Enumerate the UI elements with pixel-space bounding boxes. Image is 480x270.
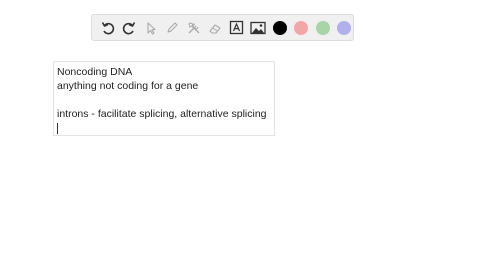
tools-button[interactable] [183, 17, 205, 38]
color-swatch-red [294, 20, 309, 35]
select-pointer-icon [144, 21, 158, 35]
note-text-box[interactable]: Noncoding DNA anything not coding for a … [53, 61, 275, 136]
color-blue-button[interactable] [334, 17, 356, 38]
text-tool-icon [229, 20, 244, 35]
drawing-toolbar [91, 14, 354, 41]
note-title: Noncoding DNA [57, 66, 133, 78]
undo-button[interactable] [97, 17, 119, 38]
select-tool-button[interactable] [140, 17, 162, 38]
image-tool-button[interactable] [248, 17, 270, 38]
text-tool-button[interactable] [226, 17, 248, 38]
image-icon [250, 21, 266, 35]
eraser-tool-button[interactable] [205, 17, 227, 38]
color-black-button[interactable] [269, 17, 291, 38]
note-blank-line [57, 93, 274, 107]
color-red-button[interactable] [291, 17, 313, 38]
pen-tool-button[interactable] [162, 17, 184, 38]
color-green-button[interactable] [312, 17, 334, 38]
text-cursor-line [57, 121, 274, 135]
note-line: anything not coding for a gene [57, 80, 199, 92]
tools-icon [187, 21, 201, 35]
color-swatch-black [272, 20, 287, 35]
undo-icon [100, 20, 116, 36]
color-swatch-green [315, 20, 330, 35]
note-line: introns - facilitate splicing, alternati… [57, 108, 267, 120]
eraser-icon [208, 21, 222, 35]
text-cursor [57, 122, 58, 134]
color-swatch-blue [337, 20, 352, 35]
redo-button[interactable] [119, 17, 141, 38]
redo-icon [121, 20, 137, 36]
pen-icon [165, 21, 179, 35]
